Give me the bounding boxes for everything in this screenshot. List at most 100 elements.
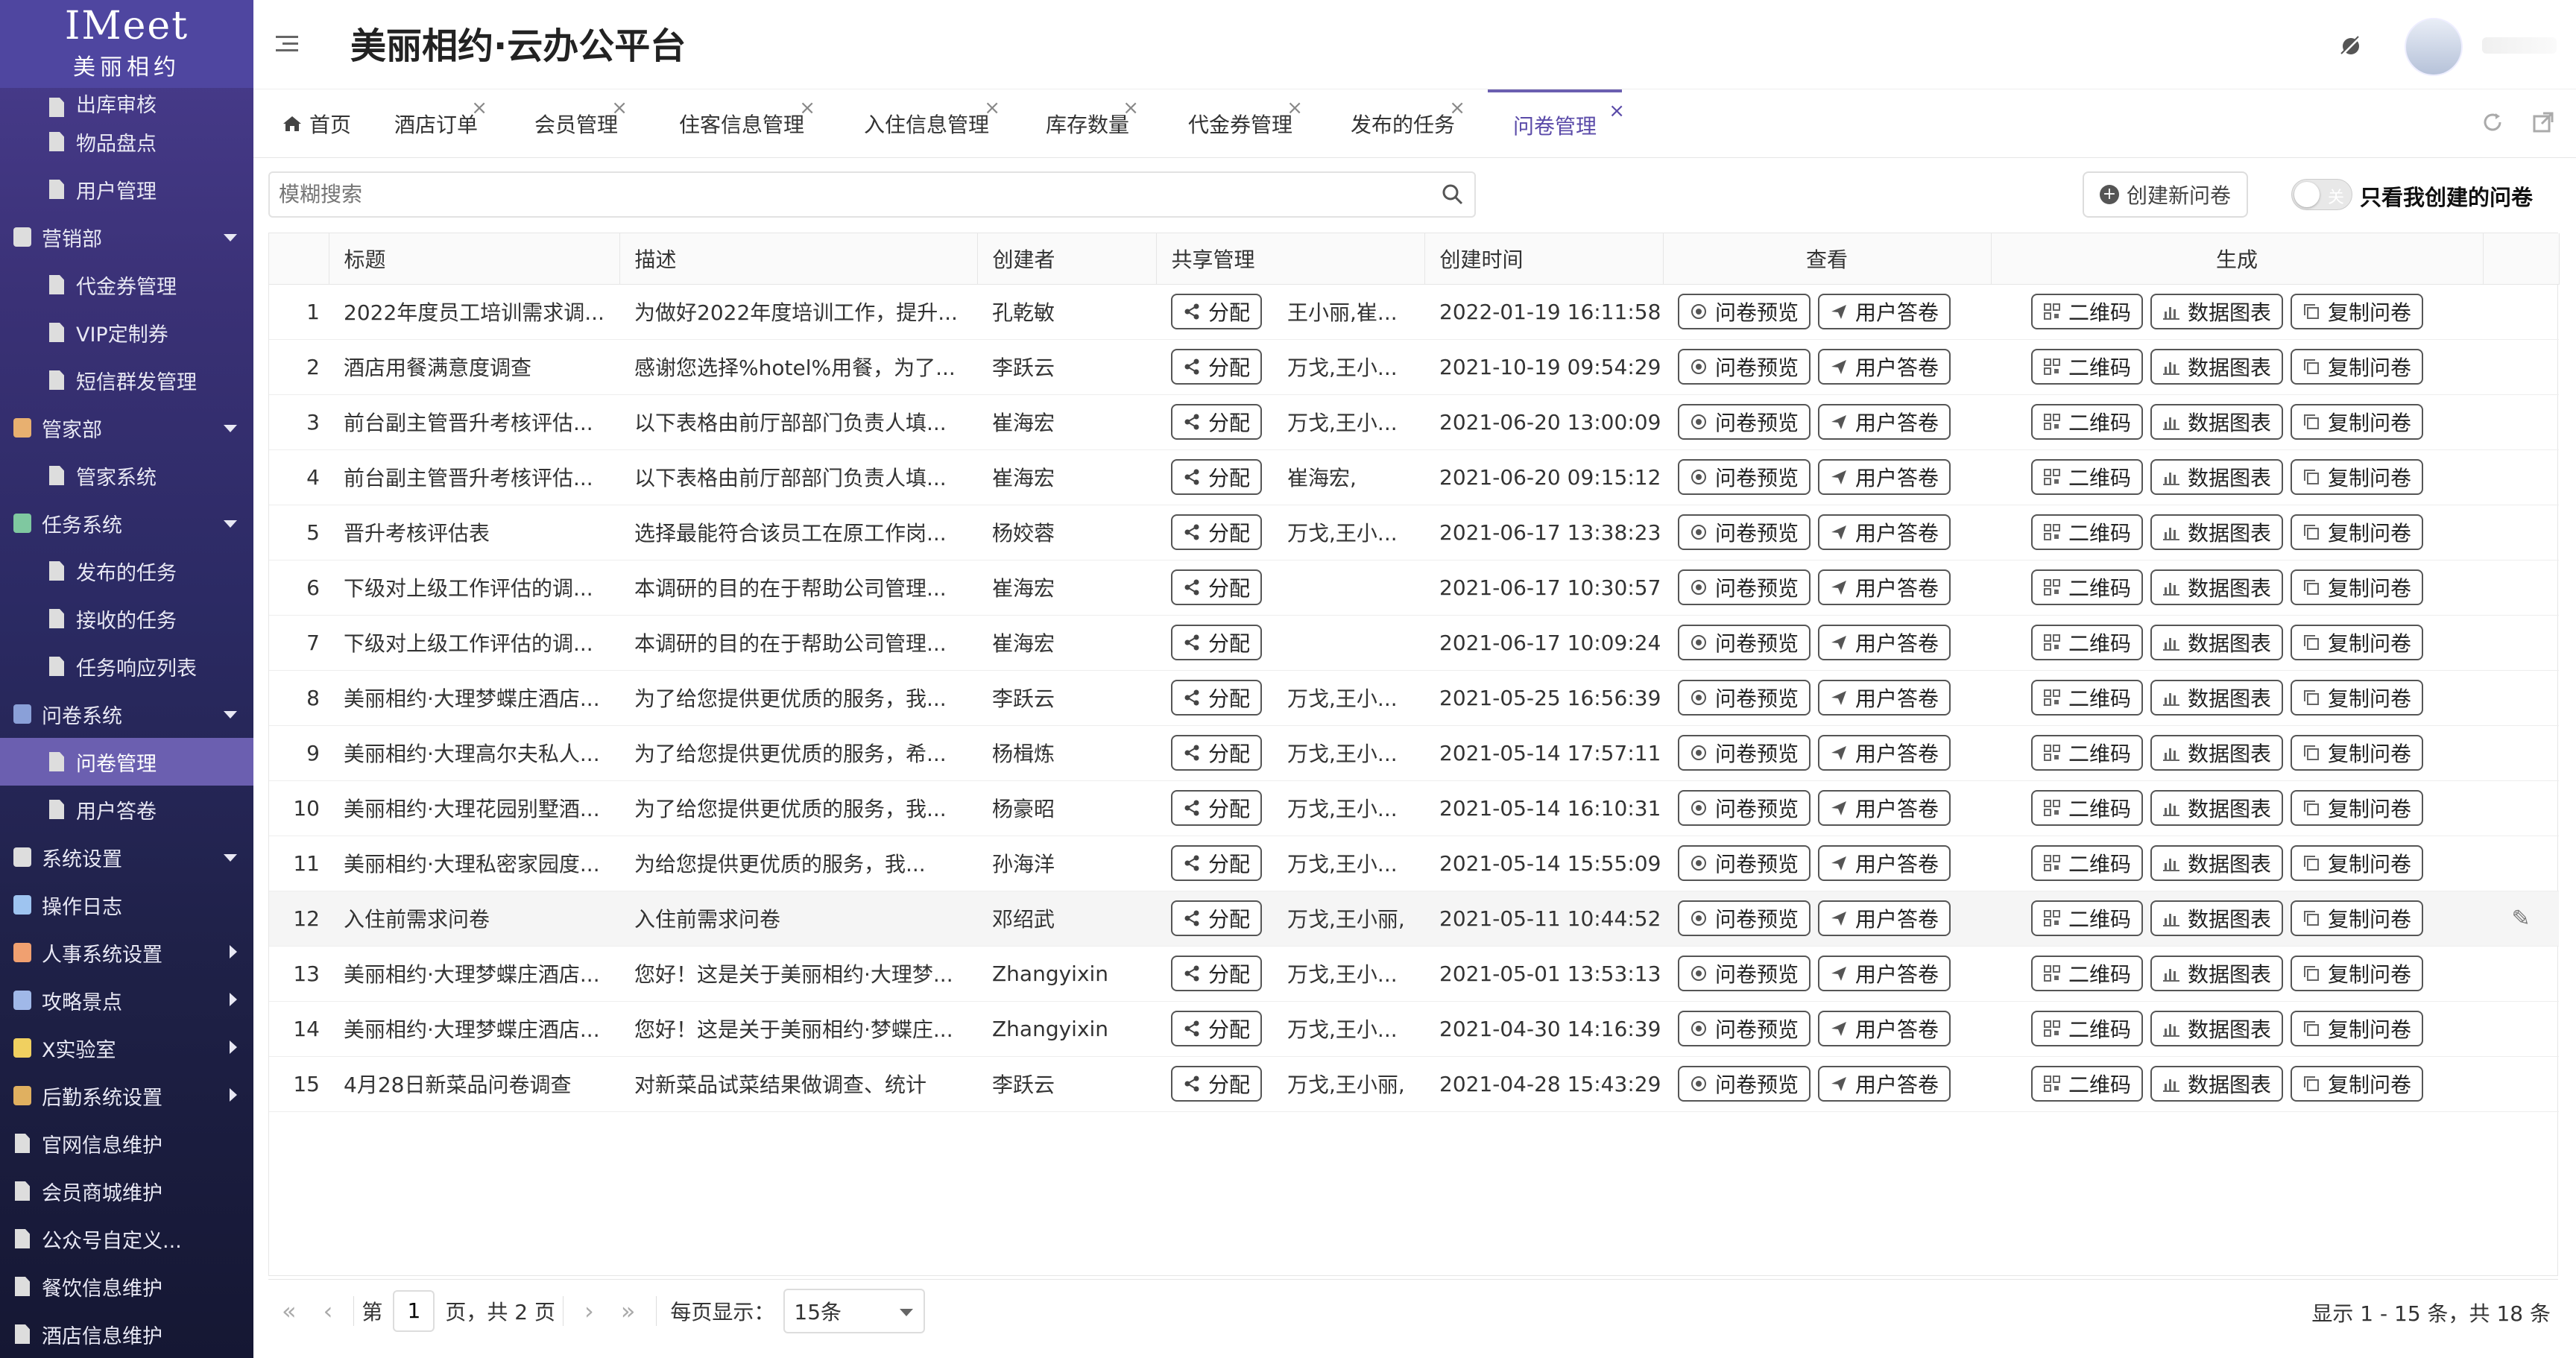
tab-member-mgmt[interactable]: 会员管理 ×: [528, 89, 628, 158]
assign-button[interactable]: 分配: [1171, 294, 1263, 329]
pencil-icon[interactable]: ✎: [2511, 906, 2530, 932]
sidebar-item[interactable]: 会员商城维护: [0, 1167, 253, 1215]
header-description[interactable]: 描述: [619, 233, 978, 285]
prev-page-icon[interactable]: ‹: [323, 1297, 333, 1325]
tab-home[interactable]: 首页: [276, 89, 358, 158]
user-answers-button[interactable]: 用户答卷: [1818, 680, 1951, 716]
data-chart-button[interactable]: 数据图表: [2150, 956, 2284, 991]
preview-button[interactable]: 问卷预览: [1678, 680, 1811, 716]
user-answers-button[interactable]: 用户答卷: [1818, 735, 1951, 771]
user-answers-button[interactable]: 用户答卷: [1818, 294, 1951, 329]
user-answers-button[interactable]: 用户答卷: [1818, 956, 1951, 991]
table-row[interactable]: 6 下级对上级工作评估的调... 本调研的目的在于帮助公司管理... 崔海宏 分配 202…: [269, 560, 2559, 616]
copy-survey-button[interactable]: 复制问卷: [2291, 956, 2424, 991]
table-row[interactable]: 13 美丽相约·大理梦蝶庄酒店... 您好！这是关于美丽相约·大理梦... Zhang…: [269, 946, 2559, 1002]
assign-button[interactable]: 分配: [1171, 514, 1263, 550]
data-chart-button[interactable]: 数据图表: [2150, 1066, 2284, 1102]
preview-button[interactable]: 问卷预览: [1678, 1066, 1811, 1102]
data-chart-button[interactable]: 数据图表: [2150, 845, 2284, 881]
preview-button[interactable]: 问卷预览: [1678, 569, 1811, 605]
per-page-select[interactable]: 15条: [783, 1288, 926, 1333]
assign-button[interactable]: 分配: [1171, 1011, 1263, 1046]
qrcode-button[interactable]: 二维码: [2031, 790, 2144, 826]
data-chart-button[interactable]: 数据图表: [2150, 900, 2284, 936]
preview-button[interactable]: 问卷预览: [1678, 294, 1811, 329]
qrcode-button[interactable]: 二维码: [2031, 735, 2144, 771]
preview-button[interactable]: 问卷预览: [1678, 956, 1811, 991]
table-row[interactable]: 3 前台副主管晋升考核评估... 以下表格由前厅部部门负责人填... 崔海宏 分配 万戈,…: [269, 394, 2559, 450]
qrcode-button[interactable]: 二维码: [2031, 1066, 2144, 1102]
tab-close-icon[interactable]: ×: [611, 97, 628, 119]
sidebar-item[interactable]: 任务响应列表: [0, 642, 253, 690]
sidebar-item[interactable]: X实验室: [0, 1024, 253, 1072]
user-answers-button[interactable]: 用户答卷: [1818, 404, 1951, 440]
copy-survey-button[interactable]: 复制问卷: [2291, 625, 2424, 660]
qrcode-button[interactable]: 二维码: [2031, 349, 2144, 385]
table-row[interactable]: 15 4月28日新菜品问卷调查 对新菜品试菜结果做调查、统计 李跃云 分配 万戈,王小丽,…: [269, 1056, 2559, 1112]
user-answers-button[interactable]: 用户答卷: [1818, 1066, 1951, 1102]
sidebar-item[interactable]: 餐饮信息维护: [0, 1263, 253, 1310]
data-chart-button[interactable]: 数据图表: [2150, 294, 2284, 329]
table-row[interactable]: 10 美丽相约·大理花园别墅酒... 为了给您提供更优质的服务，我... 杨豪昭 分配 万…: [269, 780, 2559, 836]
sidebar-item[interactable]: 问卷系统: [0, 690, 253, 738]
header-creator[interactable]: 创建者: [977, 233, 1157, 285]
copy-survey-button[interactable]: 复制问卷: [2291, 514, 2424, 550]
copy-survey-button[interactable]: 复制问卷: [2291, 900, 2424, 936]
qrcode-button[interactable]: 二维码: [2031, 294, 2144, 329]
table-row[interactable]: 4 前台副主管晋升考核评估... 以下表格由前厅部部门负责人填... 崔海宏 分配 崔海宏…: [269, 449, 2559, 505]
preview-button[interactable]: 问卷预览: [1678, 790, 1811, 826]
user-avatar[interactable]: [2405, 18, 2463, 76]
copy-survey-button[interactable]: 复制问卷: [2291, 845, 2424, 881]
table-row[interactable]: 14 美丽相约·大理梦蝶庄酒店... 您好！这是关于美丽相约·梦蝶庄... Zhang…: [269, 1001, 2559, 1057]
header-share[interactable]: 共享管理: [1156, 233, 1425, 285]
copy-survey-button[interactable]: 复制问卷: [2291, 404, 2424, 440]
data-chart-button[interactable]: 数据图表: [2150, 680, 2284, 716]
sidebar-item[interactable]: 用户管理: [0, 165, 253, 213]
table-row[interactable]: 9 美丽相约·大理高尔夫私人... 为了给您提供更优质的服务，希... 杨楫炼 分配 万戈…: [269, 725, 2559, 781]
theme-toggle-icon[interactable]: [2337, 33, 2364, 60]
preview-button[interactable]: 问卷预览: [1678, 459, 1811, 495]
preview-button[interactable]: 问卷预览: [1678, 1011, 1811, 1046]
tab-close-icon[interactable]: ×: [471, 97, 487, 119]
assign-button[interactable]: 分配: [1171, 790, 1263, 826]
qrcode-button[interactable]: 二维码: [2031, 1011, 2144, 1046]
my-surveys-toggle[interactable]: 关: [2291, 179, 2352, 210]
copy-survey-button[interactable]: 复制问卷: [2291, 349, 2424, 385]
data-chart-button[interactable]: 数据图表: [2150, 514, 2284, 550]
sidebar-item[interactable]: 代金券管理: [0, 261, 253, 309]
copy-survey-button[interactable]: 复制问卷: [2291, 569, 2424, 605]
tab-hotel-orders[interactable]: 酒店订单 ×: [388, 89, 487, 158]
page-number-input[interactable]: [393, 1289, 435, 1332]
table-row[interactable]: 11 美丽相约·大理私密家园度... 为给您提供更优质的服务，我... 孙海洋 分配 万戈…: [269, 836, 2559, 891]
preview-button[interactable]: 问卷预览: [1678, 900, 1811, 936]
sidebar-item[interactable]: 出库审核: [0, 88, 253, 118]
assign-button[interactable]: 分配: [1171, 404, 1263, 440]
assign-button[interactable]: 分配: [1171, 845, 1263, 881]
tab-guest-info[interactable]: 住客信息管理 ×: [671, 89, 815, 158]
assign-button[interactable]: 分配: [1171, 900, 1263, 936]
tab-inventory[interactable]: 库存数量 ×: [1039, 89, 1139, 158]
sidebar-item[interactable]: 任务系统: [0, 499, 253, 547]
preview-button[interactable]: 问卷预览: [1678, 404, 1811, 440]
data-chart-button[interactable]: 数据图表: [2150, 349, 2284, 385]
data-chart-button[interactable]: 数据图表: [2150, 1011, 2284, 1046]
copy-survey-button[interactable]: 复制问卷: [2291, 1066, 2424, 1102]
header-created-time[interactable]: 创建时间: [1424, 233, 1664, 285]
qrcode-button[interactable]: 二维码: [2031, 625, 2144, 660]
sidebar-item[interactable]: 公众号自定义...: [0, 1215, 253, 1263]
copy-survey-button[interactable]: 复制问卷: [2291, 459, 2424, 495]
sidebar-item[interactable]: 问卷管理: [0, 738, 253, 786]
last-page-icon[interactable]: »: [621, 1297, 636, 1325]
sidebar-item[interactable]: 用户答卷: [0, 786, 253, 833]
sidebar-item[interactable]: 接收的任务: [0, 595, 253, 642]
preview-button[interactable]: 问卷预览: [1678, 349, 1811, 385]
assign-button[interactable]: 分配: [1171, 735, 1263, 771]
user-answers-button[interactable]: 用户答卷: [1818, 349, 1951, 385]
preview-button[interactable]: 问卷预览: [1678, 735, 1811, 771]
user-answers-button[interactable]: 用户答卷: [1818, 1011, 1951, 1046]
tab-published-tasks[interactable]: 发布的任务 ×: [1343, 89, 1465, 158]
data-chart-button[interactable]: 数据图表: [2150, 625, 2284, 660]
next-page-icon[interactable]: ›: [584, 1297, 594, 1325]
qrcode-button[interactable]: 二维码: [2031, 900, 2144, 936]
sidebar-item[interactable]: 发布的任务: [0, 547, 253, 595]
